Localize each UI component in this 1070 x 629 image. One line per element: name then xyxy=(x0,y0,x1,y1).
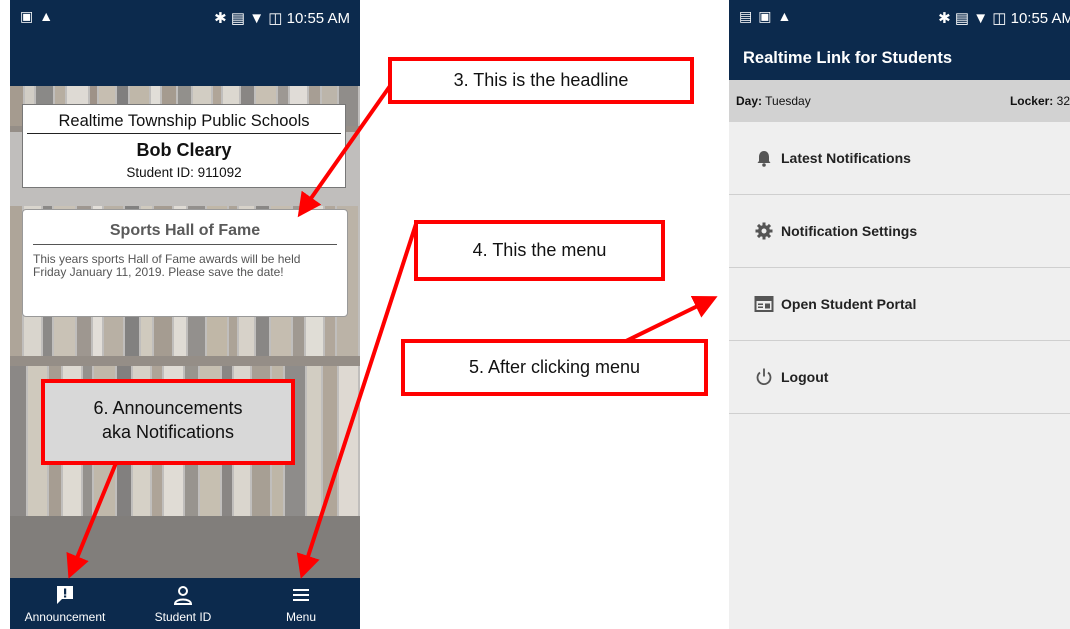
person-icon xyxy=(128,584,238,606)
headline-body: This years sports Hall of Fame awards wi… xyxy=(33,252,301,280)
status-time: 10:55 AM xyxy=(286,10,350,27)
student-id: Student ID: 911092 xyxy=(126,165,242,180)
headline-card[interactable]: Sports Hall of Fame This years sports Ha… xyxy=(22,209,348,317)
nav-student-id-label: Student ID xyxy=(154,610,212,624)
nav-announcement-label: Announcement xyxy=(24,610,106,624)
annotation-announcements-line1: 6. Announcements xyxy=(93,398,243,418)
annotation-announcements-line2: aka Notifications xyxy=(101,422,235,442)
school-name: Realtime Township Public Schools xyxy=(27,105,341,134)
hamburger-menu-icon xyxy=(246,584,356,606)
menu-item-open-student-portal[interactable]: Open Student Portal xyxy=(729,268,1070,341)
portal-window-icon xyxy=(754,294,774,314)
arrow-to-opened-menu xyxy=(625,295,718,343)
student-info-bar: Day: Tuesday Locker: 32 xyxy=(729,80,1070,122)
system-status-icons: ✱ ▤ ▼ ◫ xyxy=(938,10,1011,27)
power-icon xyxy=(754,367,774,387)
nav-student-id[interactable]: Student ID xyxy=(128,578,238,629)
annotation-after-click: 5. After clicking menu xyxy=(401,339,708,396)
annotation-announcements: 6. Announcements aka Notifications xyxy=(41,379,295,465)
menu-item-latest-notifications[interactable]: Latest Notifications xyxy=(729,122,1070,195)
headline-title: Sports Hall of Fame xyxy=(33,222,337,245)
notification-icons: ▤▣▲ xyxy=(739,8,798,24)
menu-item-logout[interactable]: Logout xyxy=(729,341,1070,414)
annotation-headline: 3. This is the headline xyxy=(388,57,694,104)
student-app-screen-home: ▣▲ ✱ ▤ ▼ ◫ 10:55 AM Realtime Township Pu… xyxy=(10,0,360,629)
notification-icons: ▣▲ xyxy=(20,8,60,24)
day-info: Day: Tuesday xyxy=(736,94,811,108)
student-info-card: Realtime Township Public Schools Bob Cle… xyxy=(22,104,346,188)
announcement-icon xyxy=(10,584,120,606)
menu-item-label: Open Student Portal xyxy=(781,296,917,312)
student-name: Bob Cleary xyxy=(136,140,232,160)
menu-item-label: Logout xyxy=(781,369,829,385)
app-title: Realtime Link for Students xyxy=(743,49,953,67)
main-menu: Latest Notifications Notification Settin… xyxy=(729,122,1070,414)
system-status-icons: ✱ ▤ ▼ ◫ xyxy=(214,10,287,27)
locker-info: Locker: 32 xyxy=(1009,94,1070,108)
nav-announcement[interactable]: Announcement xyxy=(10,578,120,629)
status-time: 10:55 AM xyxy=(1010,10,1070,27)
menu-item-label: Notification Settings xyxy=(781,223,918,239)
menu-item-label: Latest Notifications xyxy=(781,150,911,166)
status-bar: ▤▣▲ ✱ ▤ ▼ ◫ 10:55 AM xyxy=(729,0,1070,38)
student-app-screen-menu: ▤▣▲ ✱ ▤ ▼ ◫ 10:55 AM Realtime Link for S… xyxy=(729,0,1070,629)
status-bar: ▣▲ ✱ ▤ ▼ ◫ 10:55 AM xyxy=(10,0,360,38)
nav-menu[interactable]: Menu xyxy=(246,578,356,629)
menu-item-notification-settings[interactable]: Notification Settings xyxy=(729,195,1070,268)
gear-icon xyxy=(754,221,774,241)
nav-menu-label: Menu xyxy=(285,610,317,624)
bell-icon xyxy=(754,148,774,168)
bottom-navigation: Announcement Student ID Menu xyxy=(10,578,360,629)
annotation-menu: 4. This the menu xyxy=(414,220,665,281)
